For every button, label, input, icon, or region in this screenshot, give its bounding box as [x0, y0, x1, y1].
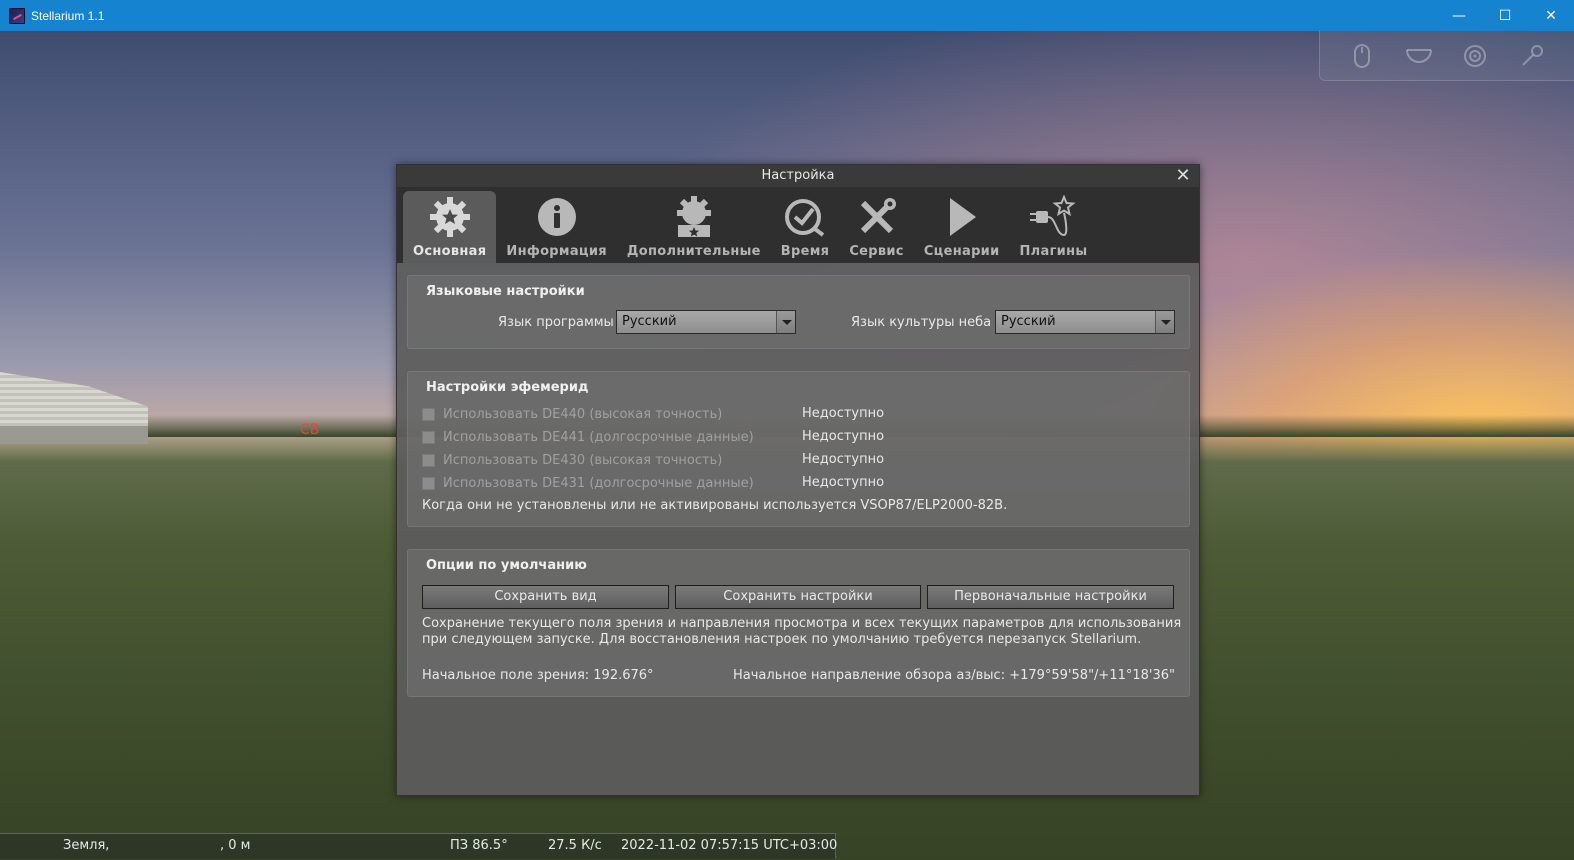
- top-right-toolbar: [1319, 31, 1574, 81]
- gear-star-icon: [426, 194, 474, 240]
- half-circle-icon[interactable]: [1405, 42, 1433, 70]
- ephemeris-de430-checkbox[interactable]: [422, 453, 435, 467]
- chevron-down-icon: [776, 311, 795, 333]
- language-settings-group: Языковые настройки Язык программы Русски…: [407, 275, 1190, 349]
- tab-time[interactable]: Время: [771, 191, 840, 263]
- skyculture-language-value: Русский: [1001, 314, 1056, 329]
- ephemeris-de440-checkbox[interactable]: [422, 407, 435, 421]
- tab-tools[interactable]: Сервис: [839, 191, 914, 263]
- default-options-group: Опции по умолчанию Сохранить вид Сохрани…: [407, 549, 1190, 697]
- ephemeris-de430-status: Недоступно: [802, 452, 885, 467]
- tab-main-label: Основная: [413, 244, 487, 259]
- plug-icon: [1029, 194, 1077, 240]
- dialog-title: Настройка: [397, 165, 1199, 187]
- ephemeris-de431-status: Недоступно: [802, 475, 885, 490]
- ephemeris-de431-label: Использовать DE431 (долгосрочные данные): [443, 475, 754, 491]
- tab-scripts-label: Сценарии: [923, 244, 1000, 259]
- minimize-button[interactable]: —: [1436, 0, 1482, 31]
- tools-icon: [853, 194, 901, 240]
- program-language-select[interactable]: Русский: [616, 310, 796, 334]
- initial-direction-readout: Начальное направление обзора аз/выс: +17…: [733, 668, 1175, 683]
- fov-readout: ПЗ 86.5°: [450, 838, 508, 853]
- mouse-icon[interactable]: [1348, 42, 1376, 70]
- window-controls: — ☐ ✕: [1436, 0, 1574, 31]
- ephemeris-note: Когда они не установлены или не активиро…: [422, 498, 1008, 513]
- tab-time-label: Время: [780, 244, 830, 259]
- settings-dialog: Настройка ✕ Основная Информация Дополнит…: [396, 164, 1200, 796]
- ephemeris-de441-label: Использовать DE441 (долгосрочные данные): [443, 429, 754, 445]
- play-icon: [938, 194, 986, 240]
- ephemeris-de440-row: Использовать DE440 (высокая точность): [422, 404, 722, 424]
- ephemeris-de441-status: Недоступно: [802, 429, 885, 444]
- tab-extras-label: Дополнительные: [626, 244, 761, 259]
- program-language-value: Русский: [622, 314, 677, 329]
- window-title: Stellarium 1.1: [31, 8, 105, 23]
- chevron-down-icon: [1155, 311, 1174, 333]
- ephemeris-de441-row: Использовать DE441 (долгосрочные данные): [422, 427, 754, 447]
- clock-icon: [781, 194, 829, 240]
- save-settings-button[interactable]: Сохранить настройки: [675, 585, 921, 609]
- tab-plugins[interactable]: Плагины: [1010, 191, 1098, 263]
- stellarium-app-icon: [9, 7, 25, 24]
- tab-scripts[interactable]: Сценарии: [914, 191, 1010, 263]
- ephemeris-group-title: Настройки эфемерид: [426, 380, 589, 395]
- dialog-tabbar: Основная Информация Дополнительные Время…: [397, 187, 1199, 263]
- info-icon: [533, 194, 581, 240]
- language-group-title: Языковые настройки: [426, 284, 585, 299]
- tab-extras[interactable]: Дополнительные: [617, 191, 771, 263]
- ephemeris-de440-label: Использовать DE440 (высокая точность): [443, 406, 723, 422]
- defaults-description: Сохранение текущего поля зрения и направ…: [422, 616, 1182, 647]
- target-icon[interactable]: [1461, 42, 1489, 70]
- ephemeris-de431-checkbox[interactable]: [422, 476, 435, 490]
- location-planet: Земля,: [63, 838, 110, 853]
- save-view-button[interactable]: Сохранить вид: [422, 585, 669, 609]
- datetime-readout[interactable]: 2022-11-02 07:57:15 UTC+03:00: [621, 838, 837, 853]
- defaults-group-title: Опции по умолчанию: [426, 558, 587, 573]
- fps-readout: 27.5 К/с: [548, 838, 602, 853]
- tab-plugins-label: Плагины: [1019, 244, 1088, 259]
- initial-fov-readout: Начальное поле зрения: 192.676°: [422, 668, 654, 683]
- tab-info-label: Информация: [506, 244, 607, 259]
- tab-main[interactable]: Основная: [403, 191, 497, 263]
- ephemeris-de430-row: Использовать DE430 (высокая точность): [422, 450, 722, 470]
- tab-info[interactable]: Информация: [496, 191, 617, 263]
- skyculture-language-select[interactable]: Русский: [995, 310, 1175, 334]
- dialog-close-button[interactable]: ✕: [1173, 166, 1193, 186]
- tab-tools-label: Сервис: [849, 244, 904, 259]
- location-altitude: , 0 м: [220, 838, 251, 853]
- window-titlebar: Stellarium 1.1 — ☐ ✕: [0, 0, 1574, 31]
- pin-icon[interactable]: [1518, 42, 1546, 70]
- ephemeris-settings-group: Настройки эфемерид Использовать DE440 (в…: [407, 371, 1190, 527]
- status-bar: Земля, , 0 м ПЗ 86.5° 27.5 К/с 2022-11-0…: [0, 833, 837, 859]
- program-language-label: Язык программы: [498, 315, 614, 330]
- gear-stars-icon: [670, 194, 718, 240]
- ephemeris-de441-checkbox[interactable]: [422, 430, 435, 444]
- restore-defaults-button[interactable]: Первоначальные настройки: [927, 585, 1174, 609]
- ephemeris-de430-label: Использовать DE430 (высокая точность): [443, 452, 723, 468]
- skyculture-language-label: Язык культуры неба: [851, 315, 992, 330]
- compass-direction-label: СВ: [300, 422, 320, 438]
- maximize-button[interactable]: ☐: [1482, 0, 1528, 31]
- close-window-button[interactable]: ✕: [1528, 0, 1574, 31]
- ephemeris-de431-row: Использовать DE431 (долгосрочные данные): [422, 473, 754, 493]
- ephemeris-de440-status: Недоступно: [802, 406, 885, 421]
